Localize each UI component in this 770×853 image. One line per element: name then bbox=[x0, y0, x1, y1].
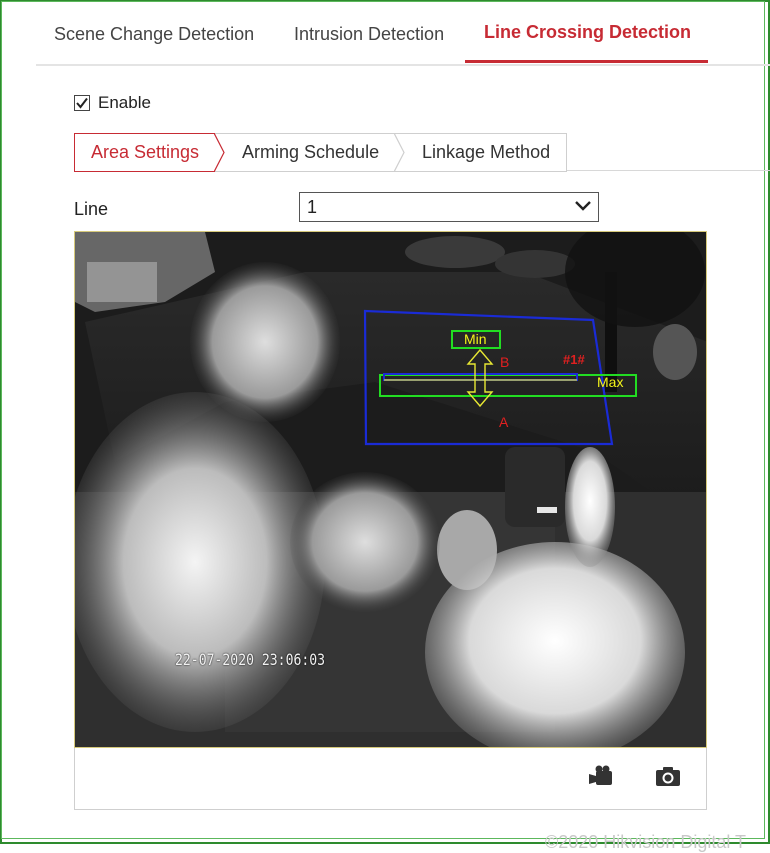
subtab-chevron-icon bbox=[394, 133, 405, 172]
video-toolbar bbox=[74, 748, 707, 810]
enable-row: Enable bbox=[74, 93, 151, 113]
subtabs-divider bbox=[566, 170, 770, 171]
copyright-text: ©2020 Hikvision Digital T bbox=[545, 832, 747, 852]
side-a-label: A bbox=[499, 414, 509, 430]
line-select-value: 1 bbox=[307, 197, 318, 217]
detection-tabs: Scene Change Detection Intrusion Detecti… bbox=[36, 0, 770, 66]
tab-line-crossing-detection[interactable]: Line Crossing Detection bbox=[484, 22, 691, 43]
live-video-view[interactable]: Min Max #1# B A 22-07-2020 23:06:03 bbox=[74, 231, 707, 748]
subtab-area-settings[interactable]: Area Settings bbox=[74, 133, 215, 172]
line-label: Line bbox=[74, 199, 109, 219]
camera-icon[interactable] bbox=[655, 765, 681, 787]
side-b-label: B bbox=[500, 354, 510, 370]
max-size-label: Max bbox=[597, 374, 624, 390]
camera-scene bbox=[75, 232, 706, 747]
check-icon bbox=[76, 97, 88, 109]
settings-subtabs: Area Settings Arming Schedule Linkage Me… bbox=[74, 133, 567, 172]
tab-scene-change-detection[interactable]: Scene Change Detection bbox=[54, 24, 254, 45]
line-select[interactable]: 1 bbox=[299, 192, 599, 222]
enable-checkbox[interactable] bbox=[74, 95, 90, 111]
tab-intrusion-detection[interactable]: Intrusion Detection bbox=[294, 24, 444, 45]
video-record-icon[interactable] bbox=[588, 765, 614, 787]
video-timestamp: 22-07-2020 23:06:03 bbox=[175, 650, 326, 669]
min-size-label: Min bbox=[464, 331, 487, 347]
subtab-arming-schedule[interactable]: Arming Schedule bbox=[242, 134, 379, 171]
line-id-label: #1# bbox=[563, 352, 585, 367]
enable-label: Enable bbox=[98, 93, 151, 112]
chevron-down-icon bbox=[575, 201, 591, 211]
active-tab-indicator bbox=[465, 60, 708, 63]
subtab-linkage-method[interactable]: Linkage Method bbox=[422, 134, 550, 171]
subtab-chevron-icon bbox=[214, 133, 225, 172]
